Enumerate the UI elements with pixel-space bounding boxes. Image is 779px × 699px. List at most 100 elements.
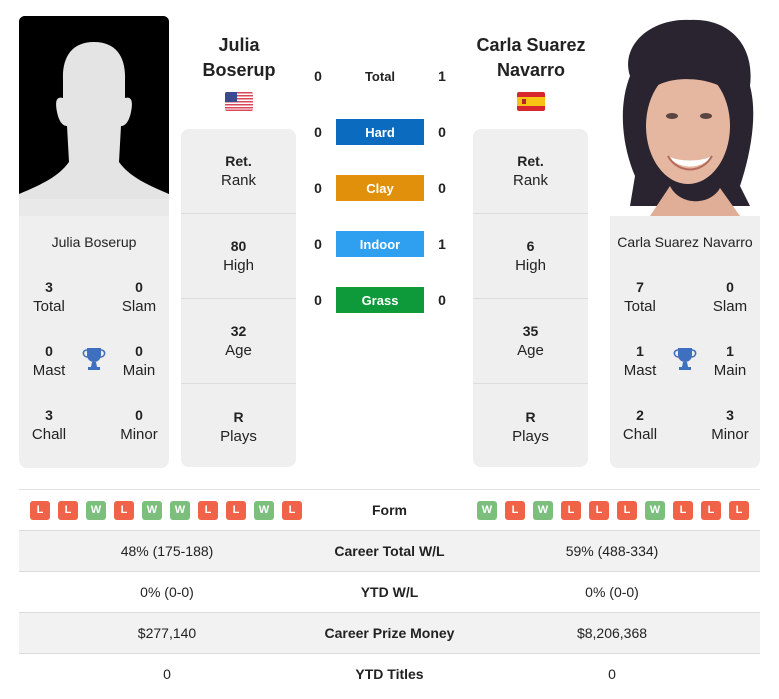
- h2h-p1-count: 0: [314, 292, 322, 308]
- stat-label: Minor: [120, 426, 158, 443]
- player1-titles-chall: 3 Chall: [19, 405, 79, 445]
- player2-name-line1: Carla Suarez: [476, 35, 586, 55]
- h2h-indoor-row: 0 Indoor 1: [305, 230, 455, 258]
- stat-value: 0: [45, 343, 53, 359]
- h2h-total-row: 0 Total 1: [305, 62, 455, 90]
- form-loss-badge[interactable]: L: [729, 500, 749, 520]
- player2-plays: R Plays: [473, 384, 588, 467]
- player2-stat-value: 0% (0-0): [585, 584, 639, 600]
- stat-label: Rank: [512, 172, 549, 189]
- player-portrait-icon: [610, 16, 760, 216]
- usa-flag-icon: [225, 92, 253, 111]
- player1-titles-minor: 0 Minor: [109, 405, 169, 445]
- player1-stat-value: $277,140: [137, 625, 197, 641]
- stat-value: 3: [726, 407, 734, 423]
- form-win-badge[interactable]: W: [170, 500, 190, 520]
- h2h-p2-count: 0: [438, 124, 446, 140]
- player1-titles-total: 3 Total: [19, 277, 79, 317]
- stat-value: 0: [726, 279, 734, 295]
- stat-label: Plays: [512, 427, 549, 445]
- player2-titles-mast: 1 Mast: [610, 341, 670, 381]
- stat-value: 6: [526, 238, 535, 254]
- player1-name[interactable]: Julia Boserup: [174, 33, 304, 83]
- stat-label: Mast: [623, 362, 657, 379]
- stats-table: 48% (175-188) Career Total W/L 59% (488-…: [19, 530, 760, 694]
- form-loss-badge[interactable]: L: [561, 500, 581, 520]
- surface-grass-badge[interactable]: Grass: [336, 287, 424, 313]
- stat-value: 3: [45, 279, 53, 295]
- form-win-badge[interactable]: W: [477, 500, 497, 520]
- form-loss-badge[interactable]: L: [198, 500, 218, 520]
- form-loss-badge[interactable]: L: [701, 500, 721, 520]
- stat-value: Ret.: [225, 153, 252, 169]
- player1-photo: [19, 16, 169, 216]
- stat-value: 0: [135, 407, 143, 423]
- player1-rank: Ret. Rank: [181, 129, 296, 214]
- form-loss-badge[interactable]: L: [617, 500, 637, 520]
- stat-value: 80: [230, 238, 247, 254]
- stat-label: Main: [122, 362, 156, 379]
- table-row: 0% (0-0) YTD W/L 0% (0-0): [19, 571, 760, 612]
- player2-age: 35 Age: [473, 299, 588, 384]
- surface-hard-badge[interactable]: Hard: [336, 119, 424, 145]
- form-loss-badge[interactable]: L: [589, 500, 609, 520]
- trophy-icon: [81, 346, 107, 372]
- form-loss-badge[interactable]: L: [114, 500, 134, 520]
- h2h-p1-count: 0: [314, 68, 322, 84]
- spain-flag-icon: [517, 92, 545, 111]
- player2-titles-card: Carla Suarez Navarro 7 Total 0 Slam 1 Ma…: [610, 216, 760, 468]
- player1-full-name: Julia Boserup: [51, 234, 137, 250]
- stat-label: High: [515, 257, 546, 274]
- player2-titles-minor: 3 Minor: [700, 405, 760, 445]
- stat-value: R: [233, 408, 244, 425]
- form-win-badge[interactable]: W: [86, 500, 106, 520]
- form-loss-badge[interactable]: L: [58, 500, 78, 520]
- stat-value: 7: [636, 279, 644, 295]
- surface-indoor-badge[interactable]: Indoor: [336, 231, 424, 257]
- player1-stat-value: 48% (175-188): [120, 543, 214, 559]
- form-win-badge[interactable]: W: [645, 500, 665, 520]
- player1-titles-slam: 0 Slam: [109, 277, 169, 317]
- player2-photo: [610, 16, 760, 216]
- form-win-badge[interactable]: W: [533, 500, 553, 520]
- form-loss-badge[interactable]: L: [226, 500, 246, 520]
- h2h-p2-count: 1: [438, 236, 446, 252]
- player2-name-line2: Navarro: [496, 60, 566, 80]
- stat-value: R: [525, 408, 536, 425]
- stat-label: Age: [517, 342, 544, 359]
- stat-value: 2: [636, 407, 644, 423]
- stat-label: Mast: [32, 362, 66, 379]
- form-loss-badge[interactable]: L: [30, 500, 50, 520]
- stat-value: 1: [726, 343, 734, 359]
- trophy-icon: [672, 346, 698, 372]
- table-row: $277,140 Career Prize Money $8,206,368: [19, 612, 760, 653]
- table-row: 0 YTD Titles 0: [19, 653, 760, 694]
- player2-stat-value: 0: [608, 666, 616, 682]
- h2h-p1-count: 0: [314, 124, 322, 140]
- stat-value: Ret.: [517, 153, 544, 169]
- player2-name[interactable]: Carla Suarez Navarro: [466, 33, 596, 83]
- h2h-p2-count: 1: [438, 68, 446, 84]
- form-win-badge[interactable]: W: [142, 500, 162, 520]
- stat-value: 0: [135, 279, 143, 295]
- stat-value: 35: [522, 323, 539, 339]
- player1-high: 80 High: [181, 214, 296, 299]
- player2-titles-total: 7 Total: [610, 277, 670, 317]
- player1-rank-card: Ret. Rank 80 High 32 Age R Plays: [181, 129, 296, 467]
- form-loss-badge[interactable]: L: [282, 500, 302, 520]
- form-loss-badge[interactable]: L: [505, 500, 525, 520]
- form-loss-badge[interactable]: L: [673, 500, 693, 520]
- stat-value: 0: [135, 343, 143, 359]
- player1-titles-mast: 0 Mast: [19, 341, 79, 381]
- h2h-p2-count: 0: [438, 292, 446, 308]
- player2-full-name: Carla Suarez Navarro: [617, 234, 753, 250]
- form-win-badge[interactable]: W: [254, 500, 274, 520]
- player2-form: WLWLLLWLLL: [466, 500, 760, 520]
- stat-label: Main: [713, 362, 747, 379]
- surface-clay-badge[interactable]: Clay: [336, 175, 424, 201]
- player1-name-line1: Julia: [218, 35, 260, 55]
- stat-label: Career Prize Money: [324, 625, 455, 641]
- stat-value: 3: [45, 407, 53, 423]
- player2-titles-main: 1 Main: [700, 341, 760, 381]
- stat-label: High: [223, 257, 254, 274]
